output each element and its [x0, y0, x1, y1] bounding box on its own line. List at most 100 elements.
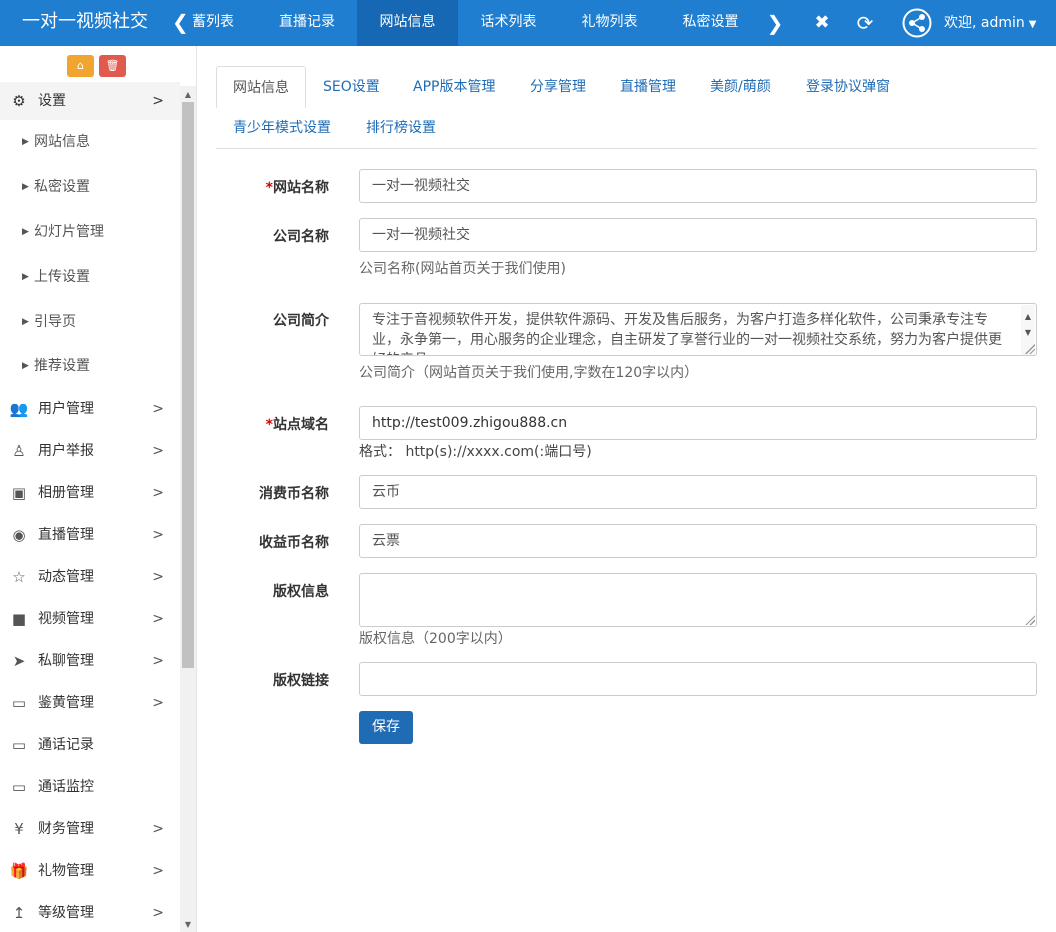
company-intro-help: 公司简介（网站首页关于我们使用,字数在120字以内）: [359, 365, 699, 381]
sidebar-item-live[interactable]: ◉ 直播管理 >: [0, 514, 180, 556]
caret-right-icon: ▶: [22, 137, 29, 147]
copyright-textarea[interactable]: [359, 573, 1037, 627]
save-button[interactable]: 保存: [359, 711, 413, 744]
copyright-link-input[interactable]: [359, 662, 1037, 696]
sidebar-scrollbar[interactable]: ▲ ▼: [180, 86, 196, 932]
scrollbar-thumb[interactable]: [182, 102, 194, 668]
video-camera-icon: ■: [11, 610, 27, 628]
label-site-name: *网站名称: [265, 180, 329, 196]
label-vote-name: 收益币名称: [259, 535, 329, 551]
content-tab-site-info[interactable]: 网站信息: [216, 66, 306, 108]
sidebar-sub-item[interactable]: ▶ 幻灯片管理: [0, 210, 180, 255]
close-icon[interactable]: ✖: [808, 0, 836, 46]
sidebar-item-album[interactable]: ▣ 相册管理 >: [0, 472, 180, 514]
chevron-right-icon[interactable]: ❯: [762, 0, 788, 46]
sidebar-item-label: 通话监控: [38, 779, 94, 795]
sidebar-item-call-records[interactable]: ▭ 通话记录: [0, 724, 180, 766]
tab-site-info[interactable]: 网站信息: [357, 0, 458, 46]
sidebar-item-settings[interactable]: ⚙ 设置 >: [0, 82, 180, 120]
label-company-intro: 公司简介: [273, 313, 329, 329]
sidebar-sub-label: 上传设置: [34, 269, 90, 285]
sidebar-item-label: 鉴黄管理: [38, 695, 94, 711]
sidebar-item-label: 动态管理: [38, 569, 94, 585]
tabs-divider: [216, 148, 1037, 149]
sidebar-header: ⌂ 🗑: [0, 46, 180, 82]
content-tab-beauty[interactable]: 美颜/萌颜: [710, 67, 771, 107]
sidebar-item-dynamic[interactable]: ☆ 动态管理 >: [0, 556, 180, 598]
resize-handle[interactable]: [1025, 615, 1035, 625]
sidebar-sub-item[interactable]: ▶ 上传设置: [0, 255, 180, 300]
content-tab-share[interactable]: 分享管理: [530, 67, 586, 107]
sidebar-sub-item[interactable]: ▶ 推荐设置: [0, 345, 180, 388]
chevron-right-icon: >: [152, 485, 164, 501]
sidebar-item-label: 等级管理: [38, 905, 94, 921]
chevron-right-icon: >: [152, 569, 164, 585]
sidebar-item-private-chat[interactable]: ➤ 私聊管理 >: [0, 640, 180, 682]
sidebar-item-call-monitor[interactable]: ▭ 通话监控: [0, 766, 180, 808]
caret-right-icon: ▶: [22, 227, 29, 237]
level-up-icon: ↥: [12, 904, 26, 922]
sidebar-sub-item[interactable]: ▶ 私密设置: [0, 165, 180, 210]
chevron-right-icon: >: [152, 527, 164, 543]
sidebar-item-levels[interactable]: ↥ 等级管理 >: [0, 892, 180, 932]
user-menu[interactable]: 欢迎, admin ▼: [900, 0, 1056, 46]
sidebar-item-porn-check[interactable]: ▭ 鉴黄管理 >: [0, 682, 180, 724]
coin-name-input[interactable]: 云币: [359, 475, 1037, 509]
tab-gift-list[interactable]: 礼物列表: [559, 0, 660, 46]
scroll-down-icon[interactable]: ▼: [1021, 323, 1035, 343]
sidebar-item-label: 财务管理: [38, 821, 94, 837]
content-tab-ranking[interactable]: 排行榜设置: [366, 108, 436, 148]
sidebar-sub-item[interactable]: ▶ 网站信息: [0, 120, 180, 165]
sidebar-item-label: 相册管理: [38, 485, 94, 501]
sidebar-item-user-report[interactable]: ♙ 用户举报 >: [0, 430, 180, 472]
scroll-down-icon[interactable]: ▼: [180, 918, 196, 932]
top-navbar: 一对一视频社交 ❮ 蓄列表 直播记录 网站信息 话术列表 礼物列表 私密设置 ❯…: [0, 0, 1056, 46]
content-tab-live[interactable]: 直播管理: [620, 67, 676, 107]
refresh-icon[interactable]: ⟳: [850, 0, 880, 46]
welcome-text: 欢迎, admin: [944, 15, 1025, 31]
content-tab-seo[interactable]: SEO设置: [323, 67, 380, 107]
gift-icon: 🎁: [9, 862, 29, 880]
domain-input[interactable]: http://test009.zhigou888.cn: [359, 406, 1037, 440]
tab-live-list[interactable]: 蓄列表: [192, 0, 238, 46]
sidebar-item-label: 视频管理: [38, 611, 94, 627]
sidebar-item-finance[interactable]: ¥ 财务管理 >: [0, 808, 180, 850]
company-name-input[interactable]: 一对一视频社交: [359, 218, 1037, 252]
tab-private-settings[interactable]: 私密设置: [660, 0, 761, 46]
sidebar-item-gifts[interactable]: 🎁 礼物管理 >: [0, 850, 180, 892]
sidebar-item-label: 用户举报: [38, 443, 94, 459]
user-report-icon: ♙: [12, 442, 26, 460]
resize-handle[interactable]: [1025, 344, 1035, 354]
caret-right-icon: ▶: [22, 317, 29, 327]
sidebar-item-users[interactable]: 👥 用户管理 >: [0, 388, 180, 430]
trash-icon[interactable]: 🗑: [99, 55, 126, 77]
company-intro-textarea[interactable]: 专注于音视频软件开发，提供软件源码、开发及售后服务，为客户打造多样化软件，公司秉…: [359, 303, 1037, 356]
caret-down-icon: ▼: [1028, 19, 1037, 30]
tab-script-list[interactable]: 话术列表: [458, 0, 559, 46]
copyright-help: 版权信息（200字以内）: [359, 631, 512, 647]
sidebar: ⌂ 🗑 ⚙ 设置 > ▶ 网站信息 ▶ 私密设置 ▶ 幻灯片管理 ▶ 上传设置 ▶ 引导页…: [0, 46, 180, 932]
sidebar-sub-item[interactable]: ▶ 引导页: [0, 300, 180, 345]
site-name-input[interactable]: 一对一视频社交: [359, 169, 1037, 203]
label-domain: *站点域名: [265, 417, 329, 433]
label-copyright-link: 版权链接: [273, 673, 329, 689]
home-icon[interactable]: ⌂: [67, 55, 94, 77]
content-tab-teen-mode[interactable]: 青少年模式设置: [233, 108, 331, 148]
chevron-right-icon: >: [152, 695, 164, 711]
chevron-right-icon: >: [152, 863, 164, 879]
sidebar-divider: [196, 46, 197, 932]
sidebar-item-video[interactable]: ■ 视频管理 >: [0, 598, 180, 640]
scroll-up-icon[interactable]: ▲: [180, 88, 196, 102]
sidebar-item-label: 直播管理: [38, 527, 94, 543]
caret-right-icon: ▶: [22, 361, 29, 371]
chevron-left-icon[interactable]: ❮: [172, 0, 189, 46]
yen-icon: ¥: [14, 820, 24, 838]
company-intro-text: 专注于音视频软件开发，提供软件源码、开发及售后服务，为客户打造多样化软件，公司秉…: [372, 312, 1002, 355]
tab-live-records[interactable]: 直播记录: [257, 0, 357, 46]
vote-name-input[interactable]: 云票: [359, 524, 1037, 558]
brand-title[interactable]: 一对一视频社交: [0, 0, 170, 46]
content-tab-app-version[interactable]: APP版本管理: [413, 67, 495, 107]
content-tab-login-agreement[interactable]: 登录协议弹窗: [806, 67, 890, 107]
sidebar-sub-label: 幻灯片管理: [34, 224, 104, 240]
users-icon: 👥: [9, 400, 29, 418]
